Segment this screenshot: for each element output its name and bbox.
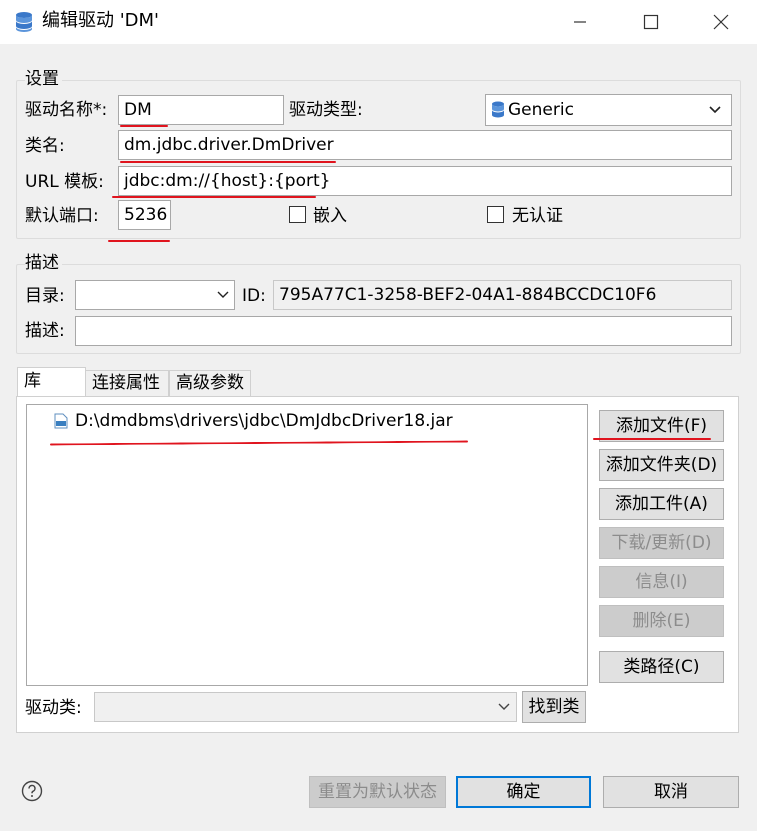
tab-label: 连接属性 [92,373,160,393]
id-label: ID: [242,286,266,306]
url-template-input[interactable]: jdbc:dm://{host}:{port} [118,166,732,196]
database-icon [16,12,32,32]
url-template-label: URL 模板: [25,172,104,192]
jar-file-icon [54,413,68,429]
tab-libraries[interactable]: 库 [17,367,86,397]
tab-connection-properties[interactable]: 连接属性 [85,370,169,397]
annotation-underline [112,196,316,198]
no-auth-label: 无认证 [512,206,563,226]
driver-name-label: 驱动名称*: [25,100,108,120]
database-icon [492,101,504,118]
tab-label: 库 [24,371,41,391]
annotation-underline [120,125,168,127]
embedded-checkbox[interactable] [289,206,306,223]
driver-name-input[interactable]: DM [118,95,284,125]
chevron-down-icon [217,291,229,298]
id-field: 795A77C1-3258-BEF2-04A1-884BCCDC10F6 [273,280,732,310]
driver-class-select[interactable] [94,692,517,722]
driver-type-label: 驱动类型: [289,100,363,120]
description-label: 描述: [25,321,65,341]
driver-class-label: 驱动类: [25,698,82,718]
chevron-down-icon [709,106,721,114]
annotation-underline [120,161,336,163]
close-icon[interactable] [707,8,735,36]
driver-type-select[interactable]: Generic [485,94,732,126]
reset-defaults-button[interactable]: 重置为默认状态 [309,776,446,808]
class-name-input[interactable]: dm.jdbc.driver.DmDriver [118,130,732,160]
library-file-list[interactable]: D:\dmdbms\drivers\jdbc\DmJdbcDriver18.ja… [26,404,588,686]
maximize-icon[interactable] [637,8,665,36]
embedded-label: 嵌入 [313,206,347,226]
no-auth-checkbox[interactable] [487,206,504,223]
tab-advanced-parameters[interactable]: 高级参数 [169,370,251,397]
library-file-path: D:\dmdbms\drivers\jdbc\DmJdbcDriver18.ja… [75,411,453,431]
annotation-underline [593,438,711,440]
minimize-icon[interactable] [566,8,594,36]
info-button[interactable]: 信息(I) [599,566,724,598]
category-label: 目录: [25,286,65,306]
find-class-button[interactable]: 找到类 [522,691,586,723]
cancel-button[interactable]: 取消 [603,776,739,808]
description-group-label: 描述 [25,252,62,274]
window-title: 编辑驱动 'DM' [42,10,160,31]
delete-button[interactable]: 删除(E) [599,605,724,637]
tab-label: 高级参数 [176,373,244,393]
settings-group-label: 设置 [25,68,62,90]
annotation-underline [108,240,170,242]
description-input[interactable] [75,316,732,346]
add-artifact-button[interactable]: 添加工件(A) [599,488,724,520]
classpath-button[interactable]: 类路径(C) [599,651,724,683]
title-bar: 编辑驱动 'DM' [0,0,757,44]
add-folder-button[interactable]: 添加文件夹(D) [599,449,724,481]
help-icon[interactable] [21,780,43,802]
download-update-button[interactable]: 下载/更新(D) [599,527,724,559]
driver-type-value: Generic [508,100,574,120]
category-select[interactable] [75,280,235,310]
chevron-down-icon [498,703,510,710]
default-port-input[interactable]: 5236 [118,200,171,230]
ok-button[interactable]: 确定 [456,776,591,808]
class-name-label: 类名: [25,136,65,156]
default-port-label: 默认端口: [25,206,99,226]
